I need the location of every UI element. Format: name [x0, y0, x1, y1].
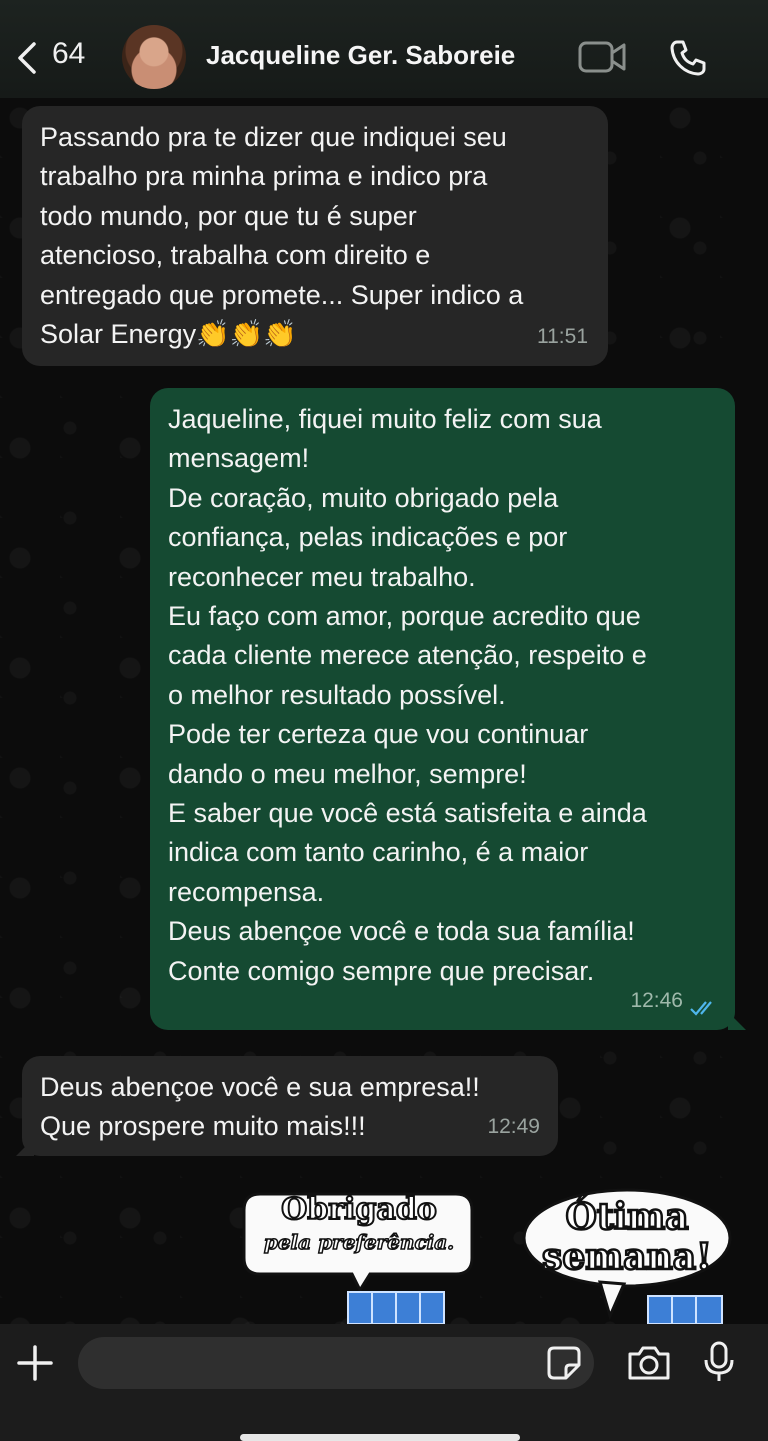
- home-indicator: [240, 1434, 520, 1441]
- bubble-tail-outgoing: [728, 1012, 746, 1030]
- back-button[interactable]: 64: [12, 34, 85, 82]
- bubble-tail-incoming: [16, 1138, 34, 1156]
- message-bubble-outgoing[interactable]: Jaqueline, fiquei muito feliz com sua me…: [150, 388, 735, 1030]
- avatar[interactable]: [122, 25, 186, 89]
- message-time: 12:49: [487, 1114, 540, 1138]
- message-text: Deus abençoe você e sua empresa!! Que pr…: [40, 1072, 480, 1142]
- chevron-left-icon: [18, 42, 36, 74]
- attach-button[interactable]: [16, 1344, 54, 1387]
- sticker-otima-semana[interactable]: Ótima semana!: [520, 1186, 734, 1325]
- phone-icon: [670, 40, 706, 76]
- microphone-button[interactable]: [702, 1340, 736, 1389]
- sticker-obrigado[interactable]: Obrigado pela preferência.: [240, 1188, 478, 1325]
- plus-icon: [17, 1345, 53, 1381]
- sticker-line-1: Ótima: [564, 1195, 690, 1240]
- message-bubble-incoming[interactable]: Deus abençoe você e sua empresa!! Que pr…: [22, 1056, 558, 1156]
- message-text: Passando pra te dizer que indiquei seu t…: [40, 122, 524, 350]
- sticker-line-2: pela preferência.: [263, 1229, 455, 1255]
- read-receipt-icon: [690, 1001, 712, 1016]
- unread-count: 64: [52, 37, 86, 70]
- camera-button[interactable]: [626, 1344, 672, 1387]
- sticker-icon: [547, 1346, 581, 1380]
- camera-icon: [628, 1346, 670, 1380]
- message-time: 12:46: [630, 988, 683, 1012]
- contact-name[interactable]: Jacqueline Ger. Saboreie: [206, 40, 515, 71]
- sticker-line-2: semana!: [541, 1235, 713, 1280]
- sticker-button[interactable]: [546, 1345, 582, 1386]
- sticker-line-1: Obrigado: [280, 1191, 438, 1228]
- message-time: 11:51: [537, 324, 588, 348]
- message-bubble-incoming[interactable]: Passando pra te dizer que indiquei seu t…: [22, 106, 608, 366]
- video-camera-icon: [578, 41, 626, 73]
- message-text: Jaqueline, fiquei muito feliz com sua me…: [168, 404, 647, 986]
- voice-call-button[interactable]: [668, 38, 708, 83]
- video-call-button[interactable]: [578, 40, 628, 79]
- chat-header: 64 Jacqueline Ger. Saboreie: [0, 0, 768, 98]
- message-input[interactable]: [78, 1337, 594, 1389]
- microphone-icon: [704, 1341, 734, 1381]
